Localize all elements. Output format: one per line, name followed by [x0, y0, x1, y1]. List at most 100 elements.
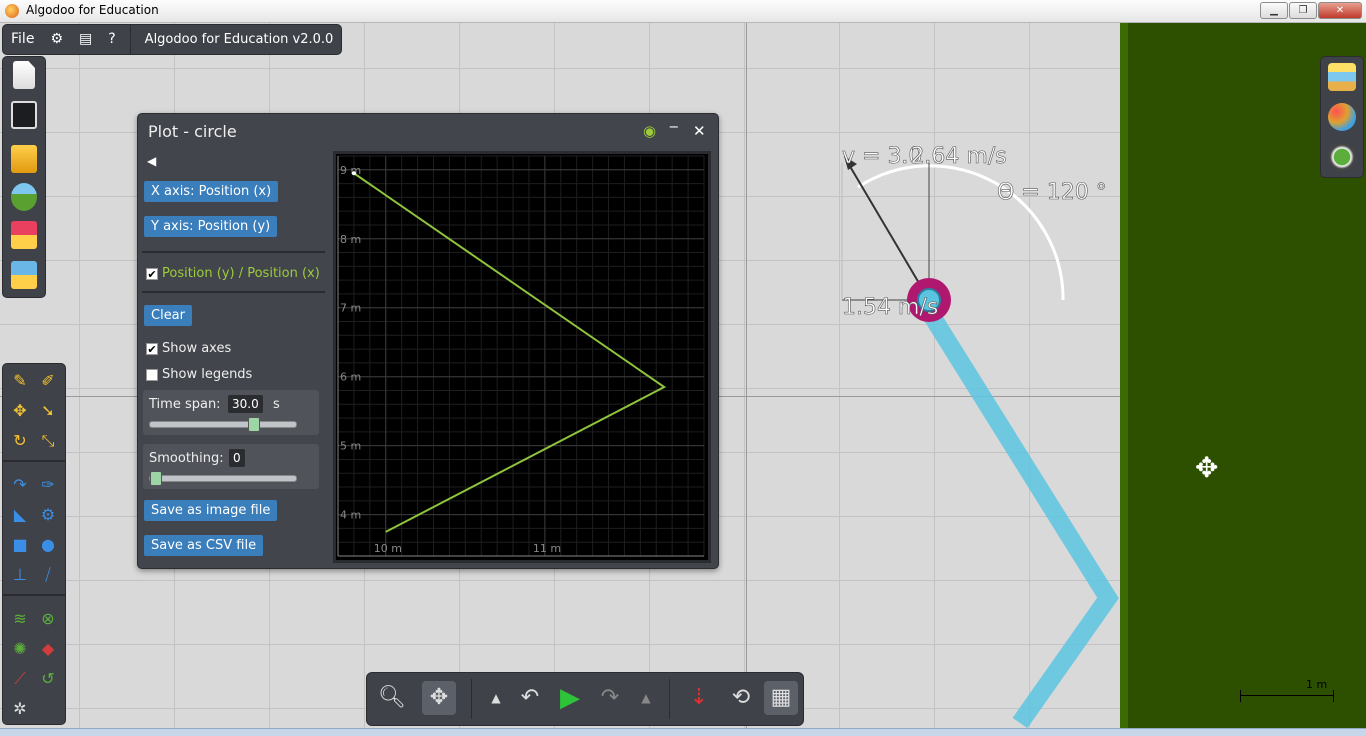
close-button[interactable]: ✕: [1318, 2, 1362, 19]
collapse-arrow-icon[interactable]: ◀: [147, 154, 156, 168]
close-plot-icon[interactable]: ✕: [693, 123, 706, 139]
toolbar-separator: [669, 679, 670, 719]
lessons-icon[interactable]: [11, 221, 37, 249]
show-axes-checkbox[interactable]: ✔ Show axes: [146, 341, 231, 356]
background-icon[interactable]: [1328, 63, 1356, 91]
file-menu[interactable]: File: [3, 25, 42, 54]
show-axes-box[interactable]: ✔: [146, 342, 158, 355]
rotate-tool-icon[interactable]: ↻: [9, 430, 31, 452]
motion-trail: [922, 308, 1119, 728]
main-menubar: File ⚙ ▤ ? Algodoo for Education v2.0.0: [3, 25, 342, 54]
sketch-tool-icon[interactable]: ✎: [9, 370, 31, 392]
tracer-tool-icon[interactable]: ↺: [37, 668, 59, 690]
speed-label: 1.54 m/s: [842, 295, 939, 321]
air-friction-icon[interactable]: ⟲: [724, 681, 758, 715]
series-checkbox[interactable]: ✔ Position (y) / Position (x): [146, 266, 320, 281]
gear-tool-icon[interactable]: ⚙: [37, 504, 59, 526]
app-version-title: Algodoo for Education v2.0.0: [144, 32, 334, 47]
open-folder-icon[interactable]: [11, 145, 37, 173]
eye-icon[interactable]: ◉: [643, 123, 656, 139]
simulation-toolbar: 🔍︎ ✥ ▲ ↶ ▶ ↷ ▲ ⇣ ⟲ ▦: [367, 673, 803, 725]
scale-tool-icon[interactable]: ⤡: [37, 430, 59, 452]
new-scene-icon[interactable]: [13, 61, 35, 89]
algobox-icon[interactable]: [11, 183, 37, 211]
scene-folder-icon[interactable]: [11, 261, 37, 289]
plane-tool-icon[interactable]: ⊥: [9, 564, 31, 586]
brush-tool-icon[interactable]: ◣: [9, 504, 31, 526]
drag-tool-icon[interactable]: ➘: [37, 400, 59, 422]
circle-tool-icon[interactable]: ●: [37, 534, 59, 556]
save-csv-button[interactable]: Save as CSV file: [144, 535, 264, 556]
play-icon[interactable]: ▶: [553, 681, 587, 715]
chain-tool-icon[interactable]: ⧸: [37, 564, 59, 586]
pan-icon[interactable]: ✥: [422, 681, 456, 715]
clear-button[interactable]: Clear: [144, 305, 192, 326]
y-tick-label: 9 m: [340, 164, 361, 177]
gravity-icon[interactable]: ⇣: [682, 681, 716, 715]
zoom-icon[interactable]: 🔍︎: [375, 681, 409, 715]
window-icon[interactable]: ▤: [71, 25, 100, 54]
axle-tool-icon[interactable]: ✺: [9, 638, 31, 660]
angle-label: Θ = 120 °: [997, 180, 1107, 206]
series-line: [353, 172, 667, 533]
knife-tool-icon[interactable]: ✑: [37, 474, 59, 496]
tools-toolbar: ✎ ✐ ✥ ➘ ↻ ⤡ ↷ ✑ ◣ ⚙ ■ ● ⊥ ⧸ ≋ ⊗ ✺ ◆ ⟋ ↺ …: [3, 364, 65, 724]
smoothing-slider-thumb[interactable]: [150, 471, 162, 486]
minimize-button[interactable]: ▁: [1260, 2, 1288, 19]
redo-icon[interactable]: ↷: [593, 681, 627, 715]
box-tool-icon[interactable]: ■: [9, 534, 31, 556]
smoothing-panel: Smoothing: 0: [143, 444, 319, 489]
grid-icon[interactable]: ▦: [764, 681, 798, 715]
save-image-button[interactable]: Save as image file: [144, 500, 278, 521]
time-span-input[interactable]: 30.0: [228, 395, 263, 413]
toolbar-separator: [471, 679, 472, 719]
fixate-tool-icon[interactable]: ⊗: [37, 608, 59, 630]
spring-tool-icon[interactable]: ≋: [9, 608, 31, 630]
y-axis-button[interactable]: Y axis: Position (y): [144, 216, 278, 237]
series-checkbox-box[interactable]: ✔: [146, 267, 158, 280]
plot-window: Plot - circle ◉ ‒ ✕ ◀ X axis: Position (…: [137, 113, 719, 569]
time-span-slider[interactable]: [149, 417, 297, 432]
show-legends-checkbox[interactable]: Show legends: [146, 367, 252, 382]
help-icon[interactable]: ?: [100, 25, 123, 54]
smoothing-label: Smoothing:: [149, 451, 224, 466]
time-span-unit: s: [273, 397, 280, 412]
series-label: Position (y) / Position (x): [162, 266, 320, 281]
move-cursor-icon: ✥: [1195, 451, 1219, 484]
restore-button[interactable]: ❐: [1289, 2, 1317, 19]
laser-tool-icon[interactable]: ⟋: [9, 668, 31, 690]
toolbar-divider: [3, 594, 65, 596]
y-tick-label: 7 m: [340, 302, 361, 315]
plot-area[interactable]: 10 m 11 m 9 m 8 m 7 m 6 m 5 m 4 m: [333, 151, 711, 563]
y-tick-label: 5 m: [340, 440, 361, 453]
settings-icon[interactable]: ⚙: [42, 25, 71, 54]
scale-tick: [1333, 690, 1334, 702]
window-titlebar: Algodoo for Education ▁ ❐ ✕: [0, 0, 1366, 23]
velocity-vector: [847, 162, 930, 301]
show-legends-box[interactable]: [146, 368, 158, 381]
cut-tool-icon[interactable]: ↷: [9, 474, 31, 496]
window-controls: ▁ ❐ ✕: [1259, 2, 1362, 19]
minimize-plot-icon[interactable]: ‒: [669, 118, 679, 134]
smoothing-slider[interactable]: [149, 471, 297, 486]
move-tool-icon[interactable]: ✥: [9, 400, 31, 422]
time-span-label: Time span:: [149, 397, 221, 412]
pen-tool-icon[interactable]: ✐: [37, 370, 59, 392]
time-span-panel: Time span: 30.0 s: [143, 390, 319, 435]
smoothing-input[interactable]: 0: [229, 449, 245, 467]
x-axis-button[interactable]: X axis: Position (x): [144, 181, 279, 202]
series-start-point: [351, 171, 356, 176]
save-scene-icon[interactable]: [11, 101, 37, 129]
palette-icon[interactable]: [1328, 103, 1356, 131]
redo-list-icon[interactable]: ▲: [629, 681, 663, 715]
undo-list-icon[interactable]: ▲: [479, 681, 513, 715]
y-tick-label: 4 m: [340, 509, 361, 522]
undo-icon[interactable]: ↶: [513, 681, 547, 715]
plot-divider: [142, 251, 325, 253]
time-span-slider-thumb[interactable]: [248, 417, 260, 432]
scale-label: 1 m: [1306, 678, 1328, 691]
spiral-tool-icon[interactable]: ✲: [9, 698, 31, 720]
zoom-object-icon[interactable]: [1328, 143, 1356, 171]
toolbar-divider: [3, 460, 65, 462]
thruster-tool-icon[interactable]: ◆: [37, 638, 59, 660]
